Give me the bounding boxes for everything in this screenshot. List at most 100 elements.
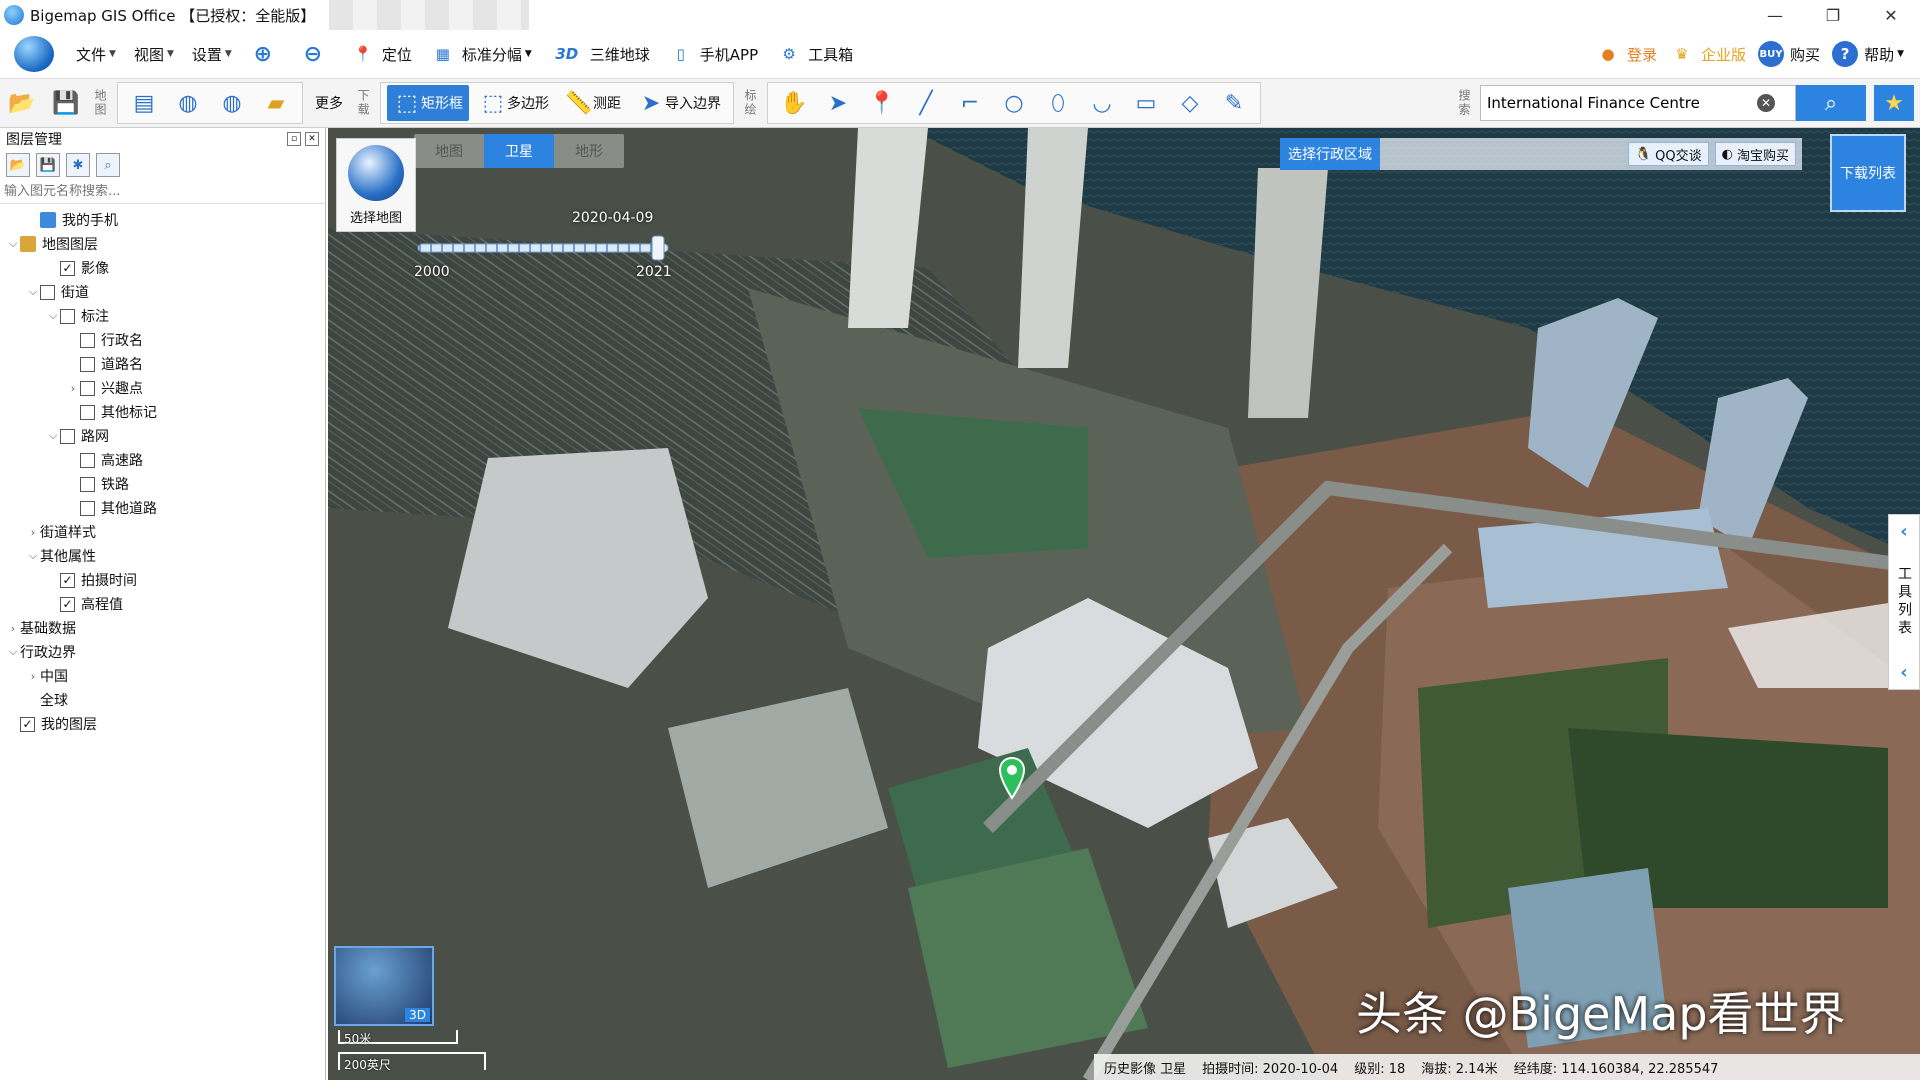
layer-checkbox[interactable] xyxy=(40,284,55,300)
collapse-chevron-icon[interactable]: › xyxy=(26,670,40,683)
tree-node[interactable]: 其他标记 xyxy=(0,400,325,424)
layer-checkbox[interactable] xyxy=(80,452,95,468)
tree-node[interactable]: ⌵ 标注 xyxy=(0,304,325,328)
layer-checkbox[interactable] xyxy=(80,500,95,516)
overview-minimap[interactable]: 3D xyxy=(334,946,434,1026)
tree-node[interactable]: ✓ 高程值 xyxy=(0,592,325,616)
save-button[interactable]: 💾 xyxy=(46,85,86,121)
menu-settings[interactable]: 设置 ▼ xyxy=(192,44,232,65)
tree-node[interactable]: › 中国 xyxy=(0,664,325,688)
download-list-button[interactable]: 下载列表 xyxy=(1830,134,1906,212)
layer-checkbox[interactable]: ✓ xyxy=(20,716,35,732)
expand-chevron-icon[interactable]: ⌵ xyxy=(46,309,60,323)
tree-node[interactable]: 铁路 xyxy=(0,472,325,496)
tab-satellite[interactable]: 卫星 xyxy=(484,134,554,168)
line-tool[interactable]: ╱ xyxy=(906,85,946,121)
tree-node[interactable]: ⌵ 街道 xyxy=(0,280,325,304)
tree-node[interactable]: ⌵ 行政边界 xyxy=(0,640,325,664)
minimize-button[interactable]: — xyxy=(1746,0,1804,30)
zoom-in-button[interactable]: ⊕ xyxy=(250,41,282,67)
tree-node[interactable]: ⌵ 路网 xyxy=(0,424,325,448)
freehand-tool[interactable]: ◡ xyxy=(1082,85,1122,121)
3d-globe-button[interactable]: 3D 三维地球 xyxy=(550,41,649,67)
buy-button[interactable]: BUY 购买 xyxy=(1758,41,1820,67)
marker-tool[interactable]: 📍 xyxy=(862,85,902,121)
tree-node[interactable]: 高速路 xyxy=(0,448,325,472)
tree-node[interactable]: › 兴趣点 xyxy=(0,376,325,400)
tree-node[interactable]: › 街道样式 xyxy=(0,520,325,544)
polygon-select-button[interactable]: ⬚ 多边形 xyxy=(473,85,555,121)
layer-checkbox[interactable] xyxy=(80,476,95,492)
layer-search-button[interactable]: ⌕ xyxy=(96,153,120,177)
login-button[interactable]: ● 登录 xyxy=(1595,41,1657,67)
more-button[interactable]: 更多 xyxy=(309,85,349,121)
standard-grid-button[interactable]: ▦ 标准分幅 ▼ xyxy=(430,41,532,67)
tree-node[interactable]: 行政名 xyxy=(0,328,325,352)
tree-node[interactable]: 全球 xyxy=(0,688,325,712)
circle-tool[interactable]: ○ xyxy=(994,85,1034,121)
tag-tool[interactable]: ◇ xyxy=(1170,85,1210,121)
menu-view[interactable]: 视图 ▼ xyxy=(134,44,174,65)
layer-checkbox[interactable] xyxy=(80,380,95,396)
rectangle-tool[interactable]: ▭ xyxy=(1126,85,1166,121)
measure-button[interactable]: 📏 测距 xyxy=(559,85,627,121)
tree-node[interactable]: ✓ 拍摄时间 xyxy=(0,568,325,592)
chevron-left-icon[interactable]: ‹ xyxy=(1900,521,1907,542)
expand-chevron-icon[interactable]: ⌵ xyxy=(6,237,20,251)
qq-chat-button[interactable]: 🐧 QQ交谈 xyxy=(1627,142,1709,166)
expand-chevron-icon[interactable]: ⌵ xyxy=(46,429,60,443)
menu-file[interactable]: 文件 ▼ xyxy=(76,44,116,65)
expand-chevron-icon[interactable]: ⌵ xyxy=(26,549,40,563)
layer-settings-button[interactable]: ✱ xyxy=(66,153,90,177)
tree-node[interactable]: ⌵ 地图图层 xyxy=(0,232,325,256)
layer-checkbox[interactable] xyxy=(60,308,75,324)
map-source-3[interactable]: ◍ xyxy=(212,85,252,121)
tree-node[interactable]: ✓ 影像 xyxy=(0,256,325,280)
panel-float-button[interactable]: ▫ xyxy=(287,132,301,146)
enterprise-button[interactable]: ♛ 企业版 xyxy=(1669,41,1746,67)
slider-thumb[interactable] xyxy=(651,235,665,261)
tree-node[interactable]: ✓ 我的图层 xyxy=(0,712,325,736)
close-button[interactable]: ✕ xyxy=(1862,0,1920,30)
polyline-tool[interactable]: ⌐ xyxy=(950,85,990,121)
tree-node[interactable]: 道路名 xyxy=(0,352,325,376)
location-marker-icon[interactable] xyxy=(998,756,1026,800)
clear-icon[interactable]: ✕ xyxy=(1757,94,1775,112)
collapse-chevron-icon[interactable]: › xyxy=(6,622,20,635)
tab-terrain[interactable]: 地形 xyxy=(554,134,624,168)
tab-map[interactable]: 地图 xyxy=(414,134,484,168)
layer-checkbox[interactable] xyxy=(80,332,95,348)
chevron-left-icon[interactable]: ‹ xyxy=(1900,662,1907,683)
zoom-out-button[interactable]: ⊖ xyxy=(300,41,332,67)
import-border-button[interactable]: ➤ 导入边界 xyxy=(631,85,727,121)
expand-chevron-icon[interactable]: ⌵ xyxy=(6,645,20,659)
tree-node[interactable]: › 基础数据 xyxy=(0,616,325,640)
layer-checkbox[interactable] xyxy=(80,356,95,372)
rectangle-select-button[interactable]: ⬚ 矩形框 xyxy=(387,85,469,121)
panel-close-button[interactable]: ✕ xyxy=(305,132,319,146)
mobile-app-button[interactable]: ▯ 手机APP xyxy=(668,41,759,67)
select-map-button[interactable]: 选择地图 xyxy=(336,138,416,232)
open-folder-button[interactable]: 📂 xyxy=(2,85,42,121)
map-source-2[interactable]: ◍ xyxy=(168,85,208,121)
locate-button[interactable]: 📍 定位 xyxy=(350,41,411,67)
search-input[interactable] xyxy=(1487,94,1757,112)
edit-tool[interactable]: ✎ xyxy=(1214,85,1254,121)
collapse-chevron-icon[interactable]: › xyxy=(66,382,80,395)
minimap-3d-button[interactable]: 3D xyxy=(405,1008,430,1022)
expand-chevron-icon[interactable]: ⌵ xyxy=(26,285,40,299)
toolbox-button[interactable]: ⚙ 工具箱 xyxy=(776,41,853,67)
layer-checkbox[interactable] xyxy=(60,428,75,444)
layer-search-input[interactable] xyxy=(4,184,304,199)
save-layer-button[interactable]: 💾 xyxy=(36,153,60,177)
help-button[interactable]: ? 帮助 ▼ xyxy=(1832,41,1904,67)
select-tool[interactable]: ➤ xyxy=(818,85,858,121)
layer-checkbox[interactable]: ✓ xyxy=(60,596,75,612)
layer-checkbox[interactable] xyxy=(80,404,95,420)
search-button[interactable]: ⌕ xyxy=(1796,85,1866,121)
collapse-chevron-icon[interactable]: › xyxy=(26,526,40,539)
select-admin-region-button[interactable]: 选择行政区域 xyxy=(1280,138,1380,170)
open-layer-button[interactable]: 📂 xyxy=(6,153,30,177)
tree-node[interactable]: 其他道路 xyxy=(0,496,325,520)
layer-checkbox[interactable]: ✓ xyxy=(60,572,75,588)
